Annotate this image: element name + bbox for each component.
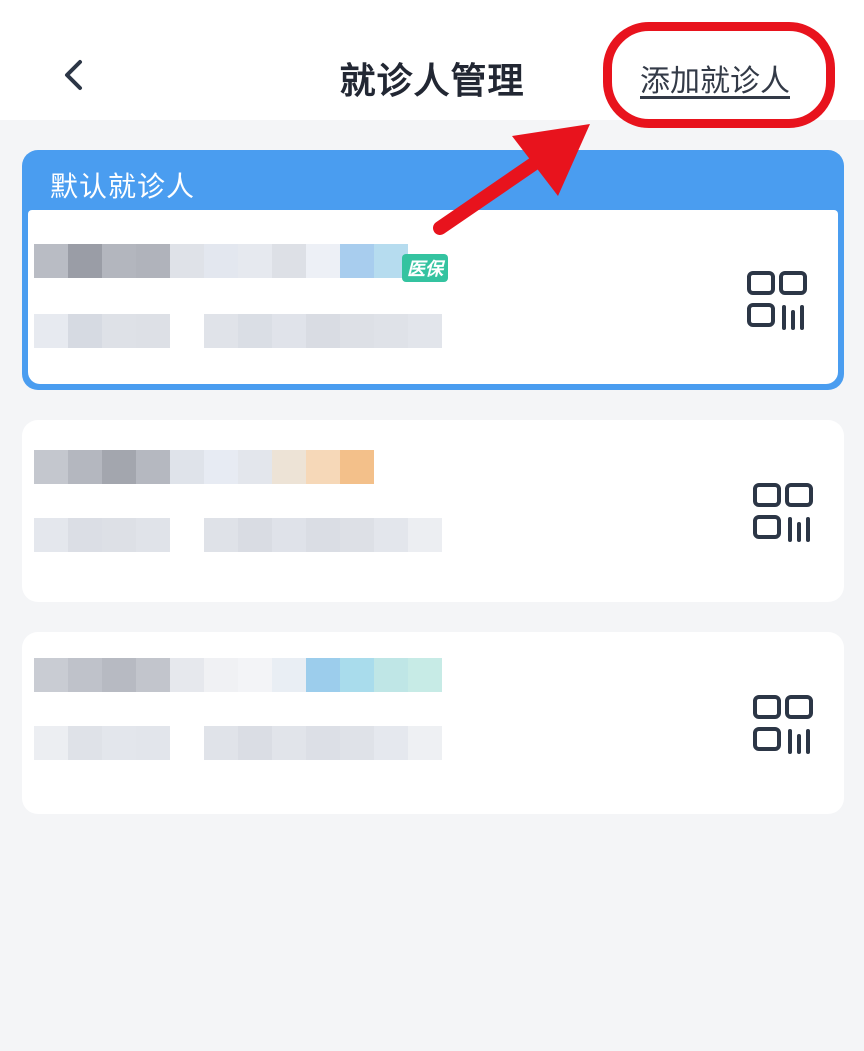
qr-code-icon[interactable] <box>752 694 814 756</box>
qr-code-icon[interactable] <box>752 482 814 544</box>
default-patient-card-body: 医保 <box>28 210 838 384</box>
add-patient-link[interactable]: 添加就诊人 <box>640 56 790 100</box>
chevron-left-icon <box>65 60 82 90</box>
redacted-patient-id <box>34 314 442 348</box>
redacted-patient-id <box>34 726 442 760</box>
default-patient-label: 默认就诊人 <box>50 170 196 203</box>
default-patient-card[interactable]: 默认就诊人 医保 <box>22 150 844 390</box>
redacted-patient-name <box>34 244 408 278</box>
patient-card[interactable] <box>22 632 844 814</box>
back-button[interactable] <box>50 50 94 100</box>
redacted-patient-name <box>34 658 442 692</box>
insurance-badge: 医保 <box>402 254 448 282</box>
redacted-patient-id <box>34 518 442 552</box>
redacted-patient-name <box>34 450 374 484</box>
top-navigation-bar: 就诊人管理 添加就诊人 <box>0 0 864 120</box>
qr-code-icon[interactable] <box>746 270 808 332</box>
patient-card[interactable] <box>22 420 844 602</box>
